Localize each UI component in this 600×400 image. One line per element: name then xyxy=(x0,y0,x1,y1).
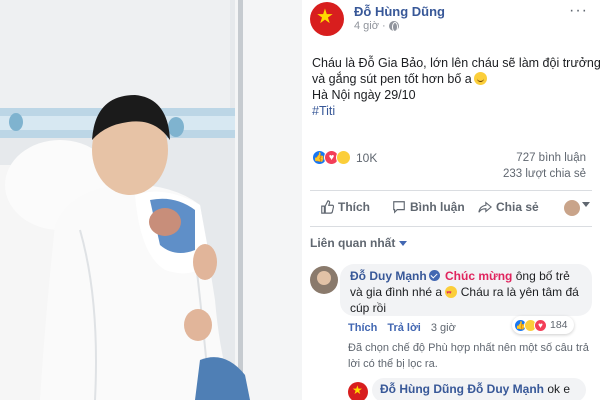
post-photo[interactable] xyxy=(0,0,302,400)
heart-eyes-emoji-icon xyxy=(445,285,458,301)
comment-bubble: Đỗ Duy Mạnh Chúc mừng ông bố trẻ và gia … xyxy=(340,264,592,316)
post-text-line-2: và gắng sút pen tốt hơn bố a xyxy=(312,71,592,87)
share-count-link[interactable]: 233 lượt chia sẻ xyxy=(503,168,586,180)
viewer-avatar[interactable] xyxy=(564,200,580,216)
comment-text: Cháu ra là yên tâm đá xyxy=(460,285,579,299)
reaction-count: 10K xyxy=(356,150,378,165)
photo-scene xyxy=(0,0,302,400)
haha-reaction-icon xyxy=(336,150,351,165)
reaction-summary[interactable]: 👍 ♥ 10K xyxy=(312,150,377,165)
divider xyxy=(310,226,592,227)
comment-text: và gia đình nhé a xyxy=(350,285,443,299)
comment-text: ông bố trẻ xyxy=(515,269,570,283)
post-meta: 4 giờ · xyxy=(354,20,399,32)
comment-reactions[interactable]: 👍 ♥ 184 xyxy=(512,316,574,334)
smile-emoji-icon xyxy=(473,72,487,85)
share-label: Chia sẻ xyxy=(496,200,539,214)
like-label: Thích xyxy=(338,200,370,214)
post-text-line: và gắng sút pen tốt hơn bố a xyxy=(312,72,472,86)
reply-author-name[interactable]: Đỗ Hùng Dũng xyxy=(380,382,464,396)
post-text: Cháu là Đỗ Gia Bảo, lớn lên cháu sẽ làm … xyxy=(312,55,600,119)
comment-line-2: và gia đình nhé a Cháu ra là yên tâm đá xyxy=(350,284,582,301)
post-text-line: Hà Nội ngày 29/10 xyxy=(312,88,416,102)
filter-notice: Đã chọn chế độ Phù hợp nhất nên một số c… xyxy=(348,342,589,370)
comment-highlight: Chúc mừng xyxy=(445,269,513,283)
post-stats: 👍 ♥ 10K 727 bình luận 233 lượt chia sẻ xyxy=(312,150,592,180)
comment-reaction-count: 184 xyxy=(550,319,568,331)
commenter-avatar[interactable] xyxy=(310,266,338,294)
caret-down-icon xyxy=(399,240,408,246)
verified-badge-icon xyxy=(428,270,440,281)
post-actions: Thích Bình luận Chia sẻ xyxy=(302,196,600,222)
post-author-name[interactable]: Đỗ Hùng Dũng xyxy=(354,4,445,19)
comments-filter-dropdown[interactable]: Liên quan nhất xyxy=(310,236,408,250)
commenter-name[interactable]: Đỗ Duy Mạnh xyxy=(350,269,427,283)
comment-button[interactable]: Bình luận xyxy=(392,200,465,214)
reply-mention[interactable]: Đỗ Duy Mạnh xyxy=(467,382,544,396)
love-reaction-icon: ♥ xyxy=(534,318,547,332)
share-button[interactable]: Chia sẻ xyxy=(478,200,539,214)
comment-actions: Thích Trả lời 3 giờ xyxy=(348,322,456,334)
meta-separator: · xyxy=(381,20,386,32)
share-icon xyxy=(478,201,492,213)
comment-count-link[interactable]: 727 bình luận xyxy=(516,152,586,164)
comment-line-1: Đỗ Duy Mạnh Chúc mừng ông bố trẻ xyxy=(350,268,582,284)
comment-label: Bình luận xyxy=(410,200,465,214)
author-avatar[interactable]: ★ xyxy=(310,2,344,36)
thumbs-up-icon xyxy=(321,200,334,214)
post-text-line: Cháu là Đỗ Gia Bảo, lớn lên cháu sẽ làm … xyxy=(312,56,600,70)
comment-line-3: cúp rồi xyxy=(350,300,582,316)
comment-icon xyxy=(393,201,405,214)
like-button[interactable]: Thích xyxy=(320,200,370,214)
comment-like-link[interactable]: Thích xyxy=(348,322,377,334)
reply-item: Đỗ Hùng Dũng Đỗ Duy Mạnh ok e xyxy=(302,374,600,400)
more-icon[interactable]: ··· xyxy=(569,2,588,20)
post-time[interactable]: 4 giờ xyxy=(354,20,379,32)
reply-author-avatar[interactable] xyxy=(348,382,368,400)
comment-text: cúp rồi xyxy=(350,301,387,315)
reply-text: ok e xyxy=(547,382,571,396)
comment-reply-link[interactable]: Trả lời xyxy=(387,322,421,334)
vietnam-flag-star-icon: ★ xyxy=(316,6,334,28)
reply-bubble: Đỗ Hùng Dũng Đỗ Duy Mạnh ok e xyxy=(372,378,586,400)
comments-filter-label: Liên quan nhất xyxy=(310,236,396,250)
globe-icon[interactable] xyxy=(388,21,399,32)
post-header: ★ Đỗ Hùng Dũng 4 giờ · ··· xyxy=(302,0,600,40)
hashtag-link[interactable]: #Titi xyxy=(312,103,592,119)
divider xyxy=(310,190,592,191)
comment-time[interactable]: 3 giờ xyxy=(431,322,456,334)
post-panel: ★ Đỗ Hùng Dũng 4 giờ · ··· Cháu là Đỗ Gi… xyxy=(302,0,600,400)
chevron-down-icon[interactable] xyxy=(582,202,590,207)
